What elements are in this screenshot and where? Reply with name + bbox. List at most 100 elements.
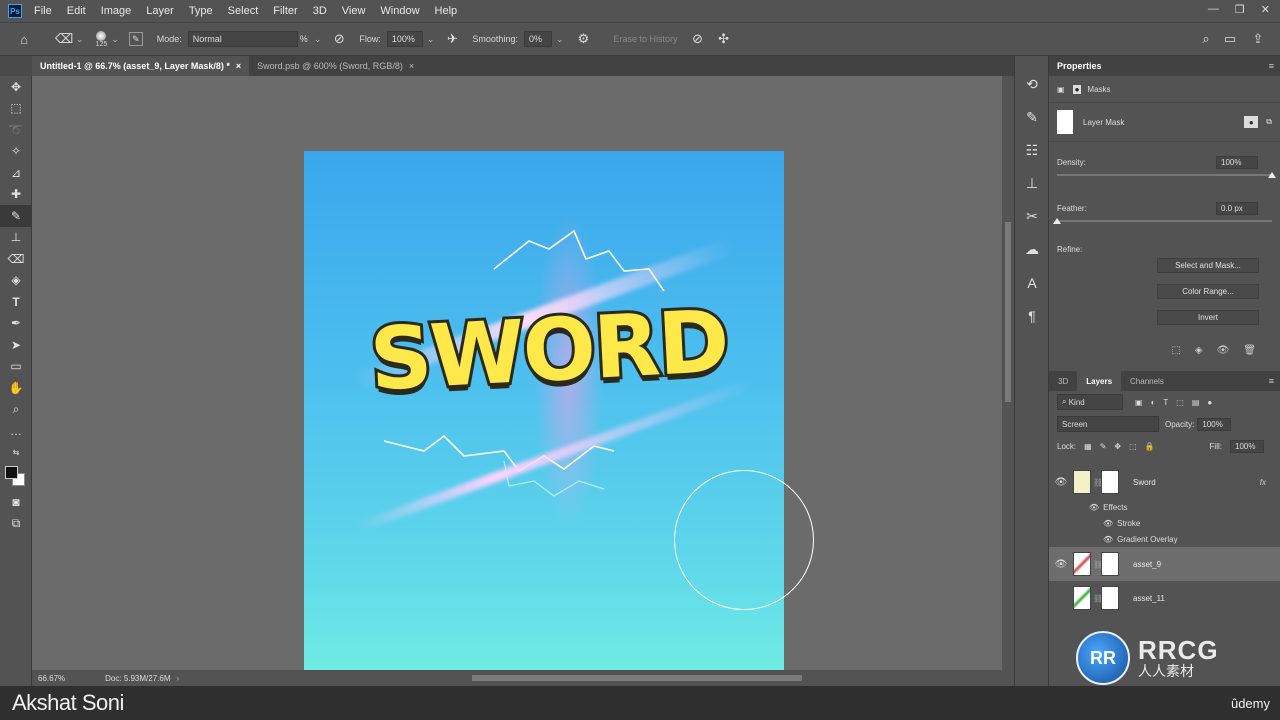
restore-icon[interactable]: ❐ <box>1235 3 1245 16</box>
density-slider-thumb[interactable] <box>1268 172 1276 178</box>
lock-artboard-icon[interactable]: ⬚ <box>1129 442 1137 451</box>
layer-row-asset-11[interactable]: ⛓ asset_11 <box>1049 581 1280 615</box>
menu-layer[interactable]: Layer <box>146 5 174 17</box>
smoothing-gear-icon[interactable]: ⚙ <box>576 31 592 47</box>
lasso-tool-icon[interactable]: ➰ <box>0 119 32 141</box>
hand-tool-icon[interactable]: ✋ <box>0 377 32 399</box>
marquee-tool-icon[interactable]: ⬚ <box>0 98 32 120</box>
spot-healing-tool-icon[interactable]: ✚ <box>0 184 32 206</box>
layer-row-asset-9[interactable]: 👁 ⛓ asset_9 <box>1049 547 1280 581</box>
minimize-icon[interactable]: — <box>1208 3 1219 16</box>
rectangle-tool-icon[interactable]: ▭ <box>0 356 32 378</box>
smoothing-chevron-icon[interactable]: ⌄ <box>556 34 564 45</box>
status-arrow-icon[interactable]: › <box>177 674 180 683</box>
mask-link-icon[interactable]: ⛓ <box>1093 594 1103 603</box>
tab-channels[interactable]: Channels <box>1121 371 1173 391</box>
libraries-panel-icon[interactable]: ☁ <box>1015 233 1049 266</box>
tab-sword-psb[interactable]: Sword.psb @ 600% (Sword, RGB/8) × <box>249 56 422 76</box>
menu-help[interactable]: Help <box>435 5 458 17</box>
pixel-mask-icon[interactable]: ▣ <box>1057 85 1065 94</box>
swap-colors-icon[interactable]: ⇆ <box>0 442 32 464</box>
filter-toggle-icon[interactable]: ● <box>1207 398 1212 407</box>
quick-mask-icon[interactable]: ◙ <box>0 491 32 513</box>
tab-3d[interactable]: 3D <box>1049 371 1077 391</box>
brush-preset-picker[interactable]: 125 <box>96 30 107 48</box>
search-icon[interactable]: ⌕ <box>1198 31 1214 47</box>
menu-select[interactable]: Select <box>228 5 259 17</box>
symmetry-icon[interactable]: ✣ <box>716 31 732 47</box>
tab-untitled-1[interactable]: Untitled-1 @ 66.7% (asset_9, Layer Mask/… <box>32 56 250 76</box>
tools-panel-icon[interactable]: ✂ <box>1015 200 1049 233</box>
menu-window[interactable]: Window <box>380 5 419 17</box>
clone-stamp-tool-icon[interactable]: ⊥ <box>0 227 32 249</box>
adjustments-panel-icon[interactable]: ☷ <box>1015 134 1049 167</box>
move-tool-icon[interactable]: ✥ <box>0 76 32 98</box>
pressure-size-icon[interactable]: ⊘ <box>690 31 706 47</box>
more-tools-icon[interactable]: … <box>0 420 32 442</box>
delete-mask-icon[interactable]: 🗑 <box>1243 345 1256 356</box>
menu-view[interactable]: View <box>342 5 366 17</box>
menu-edit[interactable]: Edit <box>67 5 86 17</box>
tab-close-icon[interactable]: × <box>409 61 414 71</box>
tool-preset-chevron-icon[interactable]: ⌄ <box>76 34 84 45</box>
paragraph-panel-icon[interactable]: ¶ <box>1015 299 1049 332</box>
eraser-tool-icon[interactable]: ⌫ <box>55 31 73 47</box>
fill-input[interactable]: 100% <box>1230 439 1264 453</box>
foreground-color-swatch[interactable] <box>5 466 18 479</box>
properties-menu-icon[interactable]: ≡ <box>1269 61 1274 71</box>
vertical-scrollbar-thumb[interactable] <box>1005 222 1011 402</box>
zoom-tool-icon[interactable]: ⌕ <box>0 399 32 421</box>
horizontal-scrollbar[interactable] <box>472 675 802 681</box>
quick-select-tool-icon[interactable]: ✧ <box>0 141 32 163</box>
mode-select[interactable]: Normal <box>187 31 298 47</box>
filter-pixel-icon[interactable]: ▣ <box>1135 398 1143 407</box>
menu-type[interactable]: Type <box>189 5 213 17</box>
layer-fx-badge[interactable]: fx <box>1260 478 1266 487</box>
mask-link-icon[interactable]: ⛓ <box>1093 478 1103 487</box>
density-input[interactable]: 100% <box>1216 155 1258 169</box>
add-vector-mask-icon[interactable]: ⧉ <box>1266 117 1272 127</box>
layer-row-sword[interactable]: 👁 ⛓ Sword fx <box>1049 465 1280 499</box>
filter-adjustment-icon[interactable]: ◐ <box>1151 398 1156 407</box>
eyedropper-tool-icon[interactable]: ⊿ <box>0 162 32 184</box>
filter-shape-icon[interactable]: ⬚ <box>1176 398 1184 407</box>
brush-picker-chevron-icon[interactable]: ⌄ <box>111 34 119 45</box>
feather-slider-thumb[interactable] <box>1053 218 1061 224</box>
vertical-scrollbar[interactable] <box>1002 76 1014 670</box>
color-swatches[interactable] <box>0 463 32 491</box>
select-pixel-mask-icon[interactable]: ● <box>1244 116 1259 128</box>
type-tool-icon[interactable]: T <box>0 291 32 313</box>
feather-input[interactable]: 0.0 px <box>1216 201 1258 215</box>
close-window-icon[interactable]: ✕ <box>1261 3 1270 16</box>
erase-to-history-checkbox[interactable]: Erase to History <box>614 34 678 44</box>
effects-eye-icon[interactable]: 👁 <box>1089 503 1099 512</box>
brush-settings-panel-icon[interactable]: ✎ <box>1015 101 1049 134</box>
share-icon[interactable]: ⇪ <box>1250 31 1266 47</box>
home-icon[interactable]: ⌂ <box>16 31 32 47</box>
effect-eye-icon[interactable]: 👁 <box>1103 519 1113 528</box>
lock-position-icon[interactable]: ✥ <box>1114 442 1121 451</box>
feather-slider[interactable] <box>1053 218 1272 224</box>
mask-link-icon[interactable]: ⛓ <box>1093 560 1103 569</box>
effect-eye-icon[interactable]: 👁 <box>1103 535 1113 544</box>
select-and-mask-button[interactable]: Select and Mask... <box>1157 258 1259 273</box>
brush-tool-icon[interactable]: ✎ <box>0 205 32 227</box>
pressure-opacity-icon[interactable]: ⊘ <box>331 31 347 47</box>
layer-opacity-input[interactable]: 100% <box>1197 417 1232 431</box>
load-selection-icon[interactable]: ⬚ <box>1171 345 1180 356</box>
menu-image[interactable]: Image <box>101 5 132 17</box>
menu-file[interactable]: File <box>34 5 52 17</box>
invert-button[interactable]: Invert <box>1157 310 1259 325</box>
vector-mask-icon[interactable]: ● <box>1072 84 1082 94</box>
apply-mask-icon[interactable]: ◈ <box>1195 345 1203 356</box>
workspace-icon[interactable]: ▭ <box>1222 31 1238 47</box>
canvas-area[interactable]: SWORD <box>32 76 1002 670</box>
character-panel-icon[interactable]: A <box>1015 266 1049 299</box>
airbrush-icon[interactable]: ✈ <box>444 31 460 47</box>
opacity-chevron-icon[interactable]: ⌄ <box>314 34 322 45</box>
blend-mode-select[interactable]: Screen <box>1057 416 1159 432</box>
eraser-tool-icon[interactable]: ⌫ <box>0 248 32 270</box>
history-panel-icon[interactable]: ⟲ <box>1015 68 1049 101</box>
effect-row-gradient-overlay[interactable]: 👁 Gradient Overlay <box>1049 531 1280 547</box>
lock-pixels-icon[interactable]: ✎ <box>1100 442 1107 451</box>
